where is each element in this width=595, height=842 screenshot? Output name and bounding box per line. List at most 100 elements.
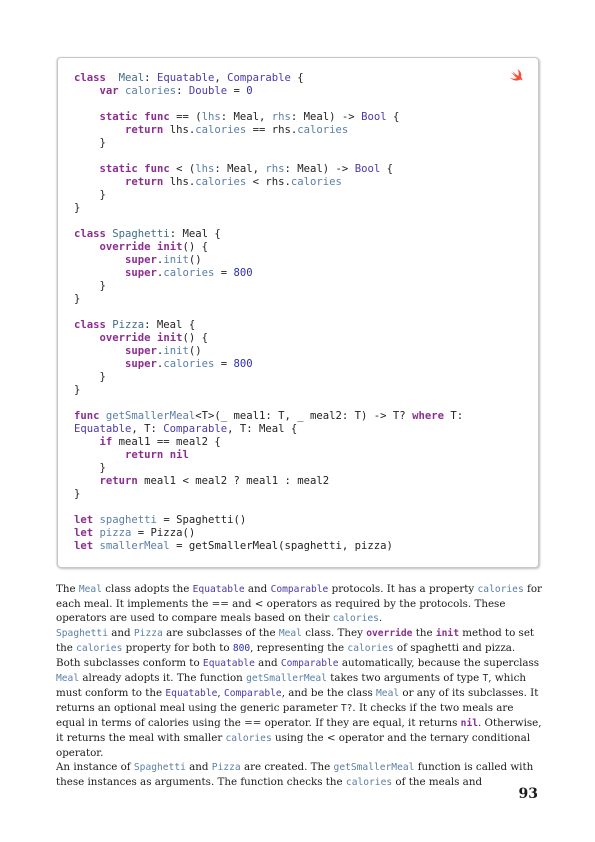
inline-code: calories <box>347 643 394 654</box>
code-token: smallerMeal <box>99 540 170 552</box>
code-token: where <box>412 410 444 422</box>
code-token: < rhs. <box>246 176 291 188</box>
code-token: () <box>188 345 202 357</box>
swift-logo-icon <box>509 69 523 81</box>
text-run: , representing the <box>250 642 348 654</box>
code-token: T: <box>443 410 464 422</box>
code-line: super.init() <box>74 254 463 267</box>
code-token: return <box>125 124 164 136</box>
inline-code: calories <box>332 613 379 624</box>
code-token: } <box>74 137 106 149</box>
code-token: calories <box>163 267 215 279</box>
inline-code: calories <box>345 777 393 788</box>
text-run: and <box>254 657 281 669</box>
inline-code: calories <box>477 584 524 595</box>
code-token: Equatable <box>74 423 132 435</box>
code-token: 800 <box>233 358 253 370</box>
code-token: } <box>74 488 81 500</box>
inline-code: calories <box>76 643 123 654</box>
text-run: An instance of <box>56 761 134 773</box>
code-line: } <box>74 280 463 293</box>
code-token: == ( <box>169 111 202 123</box>
text-run: , and be the class <box>281 687 377 699</box>
code-token: func <box>144 163 170 175</box>
code-line: class Spaghetti: Meal { <box>74 228 463 241</box>
code-token: let <box>74 540 94 552</box>
code-line: var calories: Double = 0 <box>74 85 463 98</box>
page-number: 93 <box>518 786 538 802</box>
code-token: = getSmallerMeal(spaghetti, pizza) <box>169 540 393 552</box>
code-token: super <box>125 267 157 279</box>
inline-code: Meal <box>278 628 302 639</box>
code-token: = <box>227 85 247 97</box>
code-token: == rhs. <box>246 124 298 136</box>
inline-code: override <box>366 628 413 639</box>
text-run: The <box>56 583 79 595</box>
code-token: calories <box>297 124 349 136</box>
code-token: lhs. <box>163 124 196 136</box>
code-token: return <box>125 449 164 461</box>
text-run: and <box>185 761 212 773</box>
code-line: } <box>74 384 463 397</box>
code-token: class <box>74 319 106 331</box>
code-token: < ( <box>169 163 196 175</box>
code-line: } <box>74 293 463 306</box>
code-token: : Meal) -> <box>284 163 355 175</box>
code-token: = Spaghetti() <box>156 514 247 526</box>
code-line: let smallerMeal = getSmallerMeal(spaghet… <box>74 540 463 553</box>
text-run: of the meals and <box>392 776 483 788</box>
code-token: : Meal { <box>169 228 221 240</box>
code-token: : <box>176 85 189 97</box>
code-token: class <box>74 228 106 240</box>
code-token: rhs <box>271 111 291 123</box>
code-token: 0 <box>246 85 253 97</box>
code-token: = <box>214 358 234 370</box>
code-token: lhs. <box>163 176 196 188</box>
code-token: return <box>99 475 138 487</box>
code-token: let <box>74 527 94 539</box>
text-run: class adopts the <box>101 583 193 595</box>
code-token: () { <box>182 241 208 253</box>
code-token: func <box>144 111 170 123</box>
text-run: automatically, because the superclass <box>338 657 540 669</box>
code-block: class Meal: Equatable, Comparable { var … <box>57 57 539 568</box>
code-token: if <box>99 436 113 448</box>
inline-code: getSmallerMeal <box>246 673 327 684</box>
explanation-text: The Meal class adopts the Equatable and … <box>56 582 542 790</box>
code-token: = <box>214 267 234 279</box>
code-token: var <box>99 85 119 97</box>
text-run: and <box>107 627 134 639</box>
code-token: func <box>74 410 100 422</box>
inline-code: Equatable <box>202 658 255 669</box>
code-token: } <box>74 384 81 396</box>
text-run: takes two arguments of type <box>326 672 483 684</box>
code-token: lhs <box>195 163 215 175</box>
code-line: } <box>74 462 463 475</box>
code-line: let pizza = Pizza() <box>74 527 463 540</box>
code-token: , T: Meal { <box>227 423 298 435</box>
inline-code: Comparable <box>280 658 339 669</box>
code-token: <T>(_ meal1: T, _ meal2: T) -> T? <box>195 410 413 422</box>
code-token: rhs <box>265 163 285 175</box>
code-line: static func < (lhs: Meal, rhs: Meal) -> … <box>74 163 463 176</box>
code-token: calories <box>195 124 247 136</box>
paragraph: The Meal class adopts the Equatable and … <box>56 582 542 760</box>
code-token: = Pizza() <box>131 527 196 539</box>
text-run: are created. The <box>240 761 334 773</box>
code-token: init <box>156 241 183 253</box>
code-token: { <box>386 111 400 123</box>
code-token: spaghetti <box>99 514 157 526</box>
